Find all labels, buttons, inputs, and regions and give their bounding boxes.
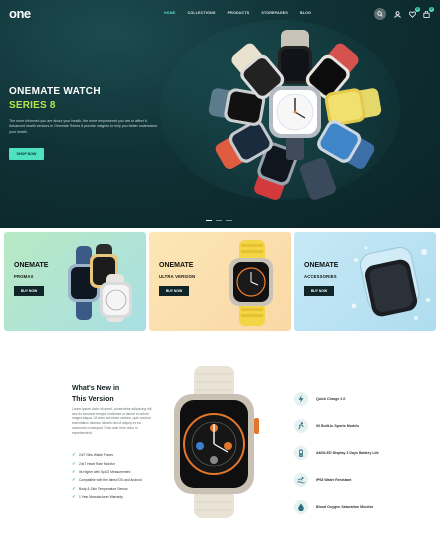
buy-now-button[interactable]: BUY NOW — [14, 286, 44, 296]
card-subtitle: PROMAX — [14, 274, 34, 279]
check-icon: ✓ — [72, 477, 76, 483]
spec-label: 93 Built-In Sports Models — [316, 423, 360, 428]
cart-count-badge: 0 — [429, 7, 434, 12]
card-title: ONEMATE — [14, 262, 49, 269]
whats-new-title-line2: This Version — [72, 396, 114, 403]
list-item: ✓ Its Higher with SpO2 Measurement — [72, 468, 142, 476]
spec-label: IP68 Water Resistant — [316, 477, 352, 482]
card-title: ONEMATE — [304, 262, 339, 269]
heart-icon — [408, 10, 416, 18]
hero-subtitle: SERIES 8 — [9, 100, 56, 111]
nav-collections[interactable]: COLLECTIONS — [188, 11, 216, 15]
check-icon: ✓ — [72, 494, 76, 500]
whats-new-title-line1: What's New in — [72, 385, 120, 392]
spec-list: Quick Charge 2.0 93 Built-In Sports Mode… — [294, 385, 379, 520]
wishlist-button[interactable]: 0 — [407, 7, 420, 19]
ultra-watch-image — [229, 240, 273, 326]
spec-label: AMOLED Display 3 Days Battery Life — [316, 450, 379, 455]
carousel-dot-1[interactable] — [206, 220, 212, 221]
wishlist-count-badge: 0 — [415, 7, 420, 12]
shop-now-button[interactable]: SHOP NOW — [9, 148, 44, 160]
hero-title: ONEMATE WATCH — [9, 86, 101, 97]
carousel-dot-2[interactable] — [216, 220, 222, 221]
buy-now-button[interactable]: BUY NOW — [159, 286, 189, 296]
nav-products[interactable]: PRODUCTS — [228, 11, 250, 15]
carousel-dot-3[interactable] — [226, 220, 232, 221]
category-card-promax[interactable]: ONEMATE PROMAX BUY NOW — [4, 232, 146, 331]
hero-watches-image — [208, 30, 382, 200]
spec-label: Quick Charge 2.0 — [316, 396, 346, 401]
list-item: ✓ Compatible with the latest iOS and Andr… — [72, 476, 142, 484]
page: one HOME COLLECTIONS PRODUCTS STOREPAGES… — [0, 0, 440, 540]
list-item: Blood Oxygen Saturation Monitor — [294, 493, 379, 520]
account-button[interactable] — [392, 9, 402, 19]
shopping-bag-icon — [422, 10, 430, 18]
feature-label: 24/7 New Watch Faces — [79, 453, 113, 458]
brand-logo[interactable]: one — [9, 6, 31, 21]
feature-label: Compatible with the latest iOS and Andro… — [79, 478, 142, 483]
feature-label: Body & Skin Temperature Sensor — [79, 486, 128, 491]
swimming-icon — [294, 472, 308, 487]
category-card-accessories[interactable]: ONEMATE ACCESSORIES BUY NOW — [294, 232, 436, 331]
list-item: 93 Built-In Sports Models — [294, 412, 379, 439]
search-button[interactable] — [374, 8, 386, 20]
list-item: ✓ 24/7 New Watch Faces — [72, 451, 142, 459]
list-item: ✓ 1 Year Manufacturer Warranty — [72, 493, 142, 501]
promax-watches-image — [68, 244, 132, 322]
category-card-ultra[interactable]: ONEMATE ULTRA VERSION BUY NOW — [149, 232, 291, 331]
buy-now-button[interactable]: BUY NOW — [304, 286, 334, 296]
check-icon: ✓ — [72, 452, 76, 458]
nav-storepages[interactable]: STOREPAGES — [261, 11, 288, 15]
feature-list: ✓ 24/7 New Watch Faces ✓ 24x7 Heart Rate M… — [72, 451, 142, 501]
check-icon: ✓ — [72, 468, 76, 474]
main-nav: HOME COLLECTIONS PRODUCTS STOREPAGES BLO… — [164, 11, 311, 15]
whats-new-description: Lorem ipsum dolor sit amet, consectetur … — [72, 407, 153, 435]
feature-label: 24x7 Heart Rate Monitor — [79, 461, 115, 466]
hero-banner: one HOME COLLECTIONS PRODUCTS STOREPAGES… — [0, 0, 440, 228]
hero-description: The more informed you are about your hea… — [9, 119, 157, 134]
feature-label: 1 Year Manufacturer Warranty — [79, 495, 123, 500]
blood-oxygen-icon — [294, 499, 308, 514]
ultra-watch-feature-image — [174, 366, 259, 518]
whats-new-title: What's New in This Version — [72, 383, 162, 405]
card-subtitle: ACCESSORIES — [304, 274, 337, 279]
carousel-dots — [206, 220, 232, 221]
battery-icon — [294, 445, 308, 460]
list-item: ✓ 24x7 Heart Rate Monitor — [72, 459, 142, 467]
accessories-case-image — [351, 246, 430, 320]
card-subtitle: ULTRA VERSION — [159, 274, 196, 279]
nav-blog[interactable]: BLOG — [300, 11, 311, 15]
check-icon: ✓ — [72, 485, 76, 491]
user-icon — [393, 10, 401, 18]
feature-label: Its Higher with SpO2 Measurement — [79, 469, 131, 474]
search-icon — [377, 11, 383, 17]
list-item: Quick Charge 2.0 — [294, 385, 379, 412]
charging-icon — [294, 391, 308, 406]
list-item: IP68 Water Resistant — [294, 466, 379, 493]
check-icon: ✓ — [72, 460, 76, 466]
cart-button[interactable]: 0 — [421, 7, 434, 19]
nav-home[interactable]: HOME — [164, 11, 176, 15]
card-title: ONEMATE — [159, 262, 194, 269]
spec-label: Blood Oxygen Saturation Monitor — [316, 504, 374, 509]
list-item: ✓ Body & Skin Temperature Sensor — [72, 485, 142, 493]
list-item: AMOLED Display 3 Days Battery Life — [294, 439, 379, 466]
running-icon — [294, 418, 308, 433]
